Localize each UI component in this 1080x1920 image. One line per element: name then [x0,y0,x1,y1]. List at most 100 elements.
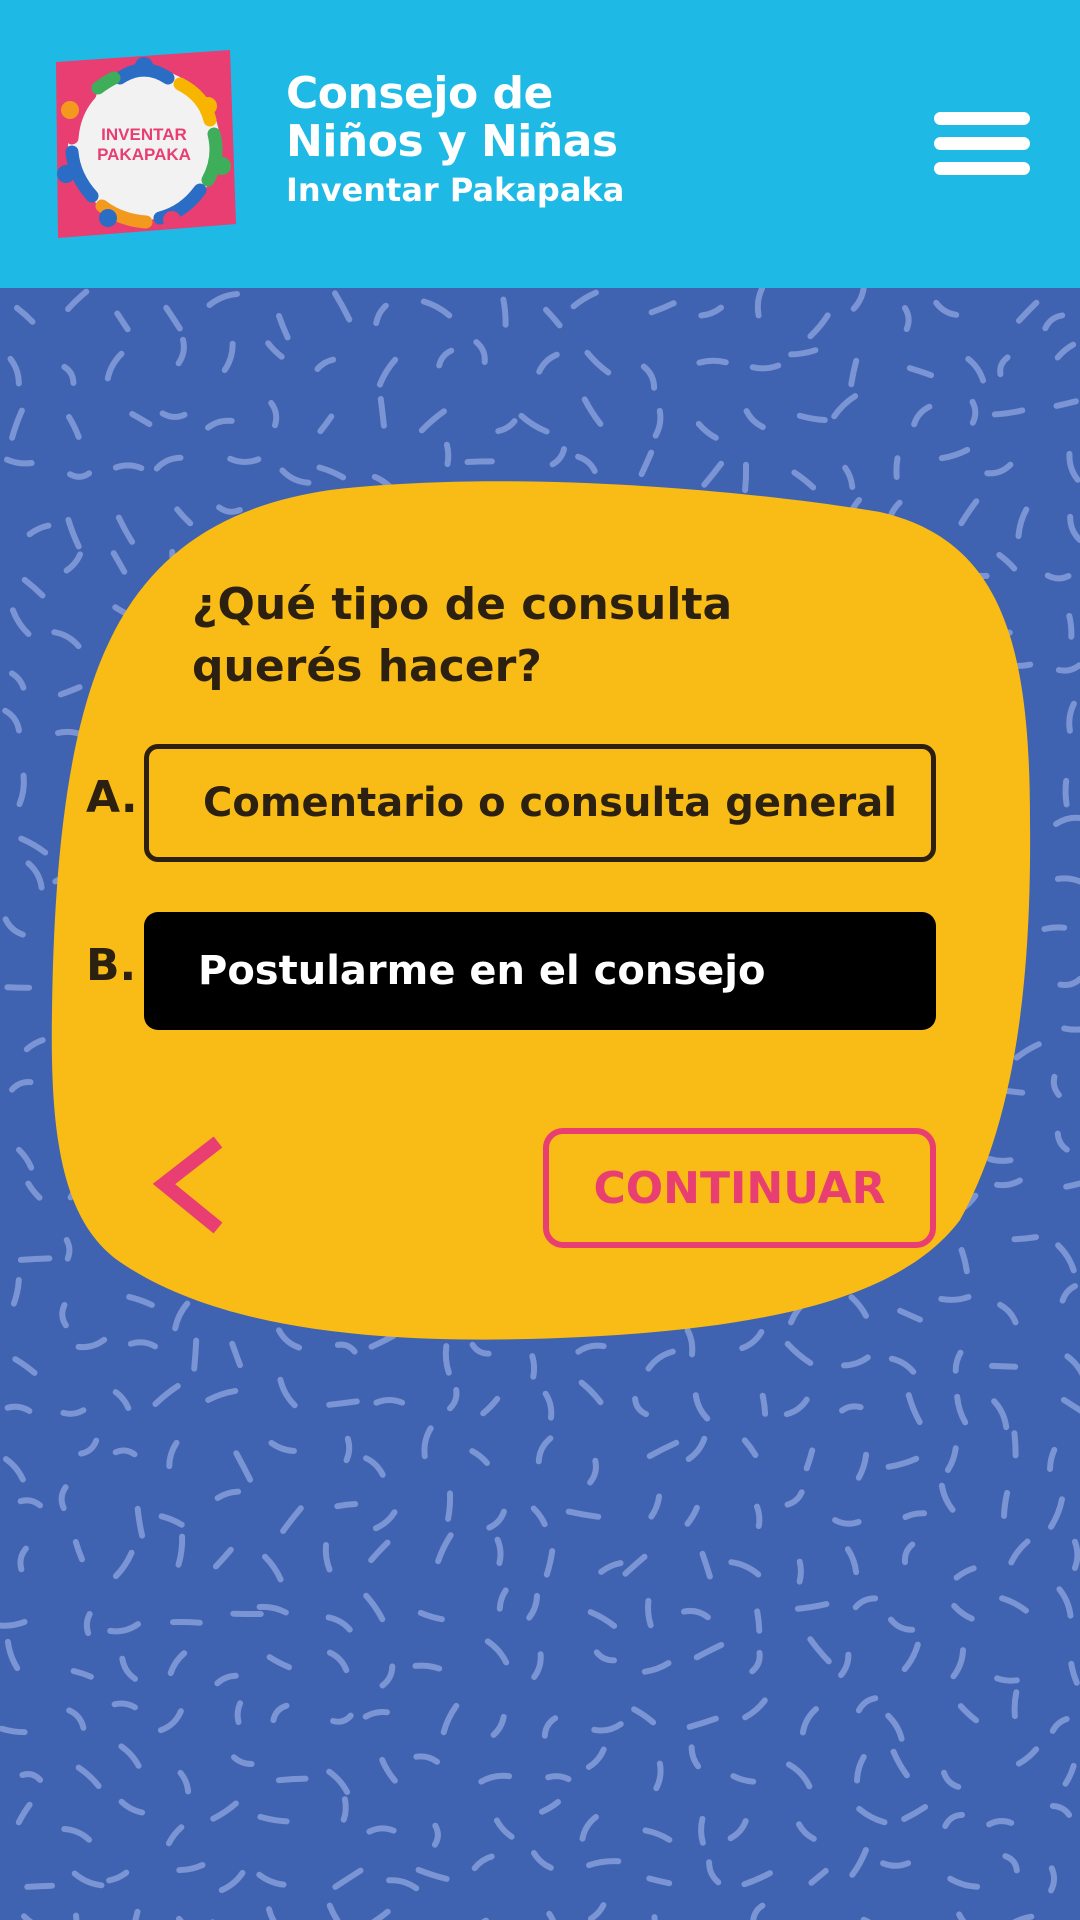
confetti-dash [936,715,964,726]
confetti-dash [891,1077,911,1098]
confetti-dash [322,1542,333,1573]
confetti-dash [1061,1025,1080,1033]
confetti-dash [465,1233,497,1242]
confetti-dash [490,1713,507,1738]
confetti-dash [316,464,347,481]
confetti-dash [731,547,753,576]
confetti-dash [486,1508,507,1531]
confetti-dash [218,1869,246,1894]
confetti-dash [210,552,236,570]
logo-text-line2: PAKAPAKA [97,145,191,164]
confetti-dash [163,304,183,332]
confetti-dash [2,916,26,938]
confetti-dash [293,511,303,539]
confetti-dash [493,1817,515,1840]
confetti-dash [569,722,600,732]
confetti-dash [126,1293,155,1308]
confetti-dash [638,449,655,478]
option-b-button[interactable]: Postularme en el consejo [144,912,936,1030]
confetti-dash [632,1395,649,1418]
chevron-left-icon[interactable] [150,1130,240,1240]
confetti-dash [678,496,695,524]
confetti-dash [19,1771,44,1783]
confetti-dash [214,1672,239,1687]
confetti-dash [72,1136,100,1154]
confetti-dash [169,548,184,574]
confetti-dash [494,501,522,511]
confetti-dash [112,1447,138,1458]
confetti-dash [839,1403,864,1414]
confetti-dash [784,1340,814,1366]
confetti-dash [25,860,45,891]
confetti-dash [63,551,84,574]
confetti-dash [0,1618,28,1629]
inventar-pakapaka-logo[interactable]: INVENTAR PAKAPAKA [48,48,238,240]
confetti-dash [838,547,856,577]
confetti-dash [1016,299,1040,324]
confetti-dash [648,300,677,316]
confetti-dash [70,1668,94,1680]
confetti-dash [807,1636,832,1665]
confetti-dash [642,1827,673,1843]
confetti-dash [152,1383,181,1407]
confetti-dash [421,1425,434,1460]
confetti-dash [206,291,240,308]
confetti-dash [258,1136,284,1148]
confetti-dash [109,1080,124,1104]
confetti-dash [1060,1396,1080,1414]
confetti-dash [24,1882,55,1890]
confetti-dash [581,396,604,427]
confetti-dash [584,349,612,376]
confetti-dash [17,1545,29,1573]
confetti-dash [177,1769,192,1795]
confetti-dash [258,707,284,722]
confetti-dash [445,1490,454,1522]
confetti-dash [65,288,90,312]
confetti-dash [535,1435,554,1465]
confetti-dash [575,453,598,474]
confetti-dash [153,454,184,472]
confetti-dash [902,1510,928,1520]
option-b-label: Postularme en el consejo [198,948,766,994]
confetti-dash [184,718,203,742]
confetti-dash [174,506,194,527]
confetti-dash [1067,513,1080,543]
confetti-dash [1002,1853,1020,1874]
confetti-dash [754,288,765,319]
hamburger-menu-icon[interactable] [934,108,1034,180]
confetti-dash [75,1764,102,1789]
continue-button[interactable]: CONTINUAR [543,1128,936,1248]
confetti-dash [371,1908,391,1920]
confetti-dash [417,1609,445,1623]
confetti-dash [911,672,928,705]
confetti-dash [948,1015,962,1041]
confetti-dash [898,865,917,899]
confetti-dash [495,418,518,435]
confetti-dash [888,1616,916,1633]
option-b-letter: B. [86,940,137,991]
confetti-dash [917,1027,926,1055]
confetti-dash [67,1176,93,1201]
confetti-dash [799,1706,819,1736]
confetti-dash [237,1244,246,1280]
confetti-dash [119,1655,138,1682]
confetti-dash [578,1379,604,1406]
confetti-dash [951,1602,975,1622]
option-a-button[interactable]: Comentario o consulta general [144,744,936,862]
confetti-dash [157,1708,184,1734]
confetti-dash [788,1051,824,1058]
confetti-dash [63,1084,73,1119]
brand-block[interactable]: Consejo de Niños y Niñas Inventar Pakapa… [286,70,624,212]
confetti-dash [952,1349,964,1374]
confetti-dash [947,1875,981,1890]
continue-button-label: CONTINUAR [593,1162,886,1214]
confetti-dash [334,1341,358,1355]
confetti-dash [692,1392,711,1422]
confetti-dash [906,365,935,379]
confetti-dash [829,1251,855,1261]
confetti-dash [447,1387,460,1412]
confetti-dash [257,1813,290,1825]
confetti-dash [280,1505,304,1534]
confetti-dash [73,1912,80,1920]
confetti-dash [854,1754,867,1784]
